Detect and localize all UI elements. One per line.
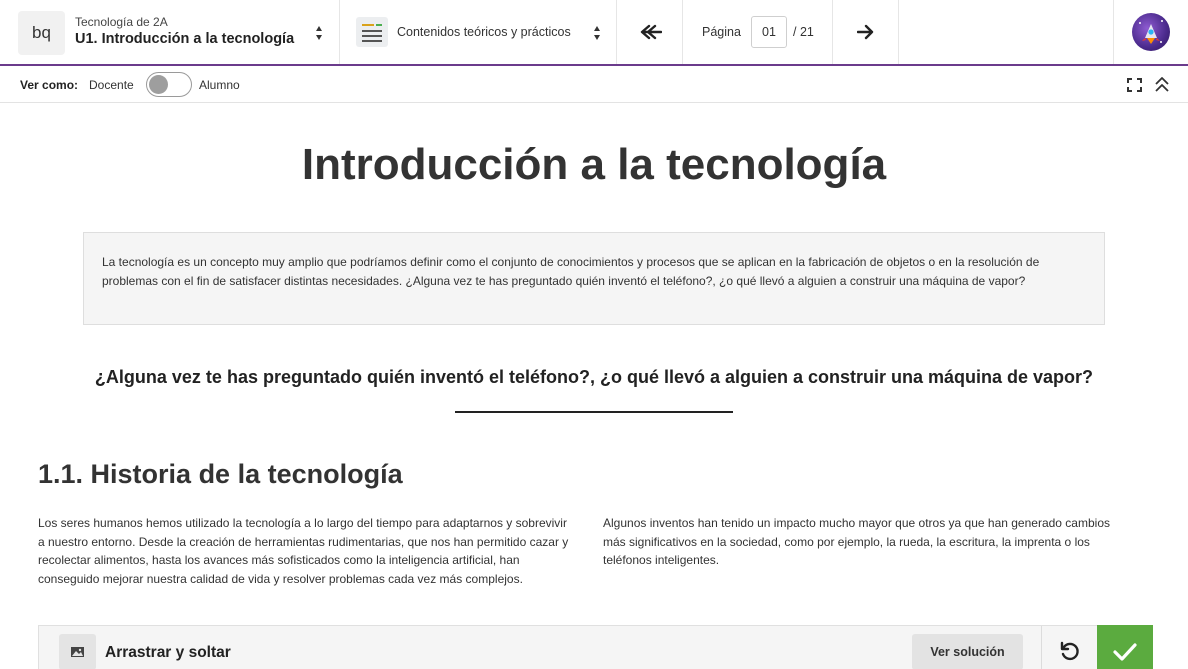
highlight-question: ¿Alguna vez te has preguntado quién inve… [94,367,1094,387]
brand-logo: bq [18,11,65,55]
reset-button[interactable] [1042,626,1097,669]
show-solution-button[interactable]: Ver solución [912,634,1023,669]
book-selector[interactable]: bq Tecnología de 2A U1. Introducción a l… [0,0,340,64]
content-selector[interactable]: Contenidos teóricos y prácticos [340,0,617,64]
image-icon [59,634,96,669]
book-subtitle: Tecnología de 2A [75,15,168,29]
intro-text: La tecnología es un concepto muy amplio … [102,255,1040,288]
content-chevron-updown-icon[interactable] [593,26,602,40]
book-info: Tecnología de 2A U1. Introducción a la t… [75,15,294,49]
page-title: Introducción a la tecnología [301,140,887,189]
document-list-icon [356,17,388,47]
fullscreen-icon[interactable] [1127,78,1142,92]
section-paragraph-right: Algunos inventos han tenido un impacto m… [603,516,1110,567]
next-page-button[interactable] [833,0,899,64]
double-arrow-left-icon [640,24,662,40]
section-title: 1.1. Historia de la tecnología [38,459,403,489]
page-number-input[interactable] [751,16,787,48]
rocket-avatar-icon [1139,20,1163,44]
view-as-toggle[interactable] [146,72,192,97]
question-divider [455,411,733,413]
reset-icon [1060,641,1079,661]
page-total: / 21 [793,25,814,39]
intro-box: La tecnología es un concepto muy amplio … [83,232,1105,325]
activity-title: Arrastrar y soltar [105,644,231,661]
double-chevron-up-icon[interactable] [1152,74,1172,94]
view-as-teacher-label: Docente [89,78,134,92]
activity-header: Arrastrar y soltar Ver solución [38,625,1153,669]
content-selector-label: Contenidos teóricos y prácticos [397,25,571,39]
user-menu[interactable] [1113,0,1188,64]
book-title: U1. Introducción a la tecnología [75,31,295,47]
view-as-label: Ver como: [20,78,79,92]
page-navigator: Página / 21 [683,0,833,64]
arrow-right-icon [856,24,873,40]
first-page-button[interactable] [617,0,683,64]
view-as-student-label: Alumno [199,78,240,92]
page-label: Página [702,25,741,39]
toggle-knob [149,75,168,94]
top-bar: bq Tecnología de 2A U1. Introducción a l… [0,0,1188,66]
avatar[interactable] [1132,13,1170,51]
view-as-bar: Ver como: Docente Alumno [0,66,1188,103]
check-answer-button[interactable] [1097,625,1153,669]
chevron-updown-icon[interactable] [315,26,324,40]
check-icon [1113,642,1137,661]
section-paragraph-left: Los seres humanos hemos utilizado la tec… [38,516,569,586]
